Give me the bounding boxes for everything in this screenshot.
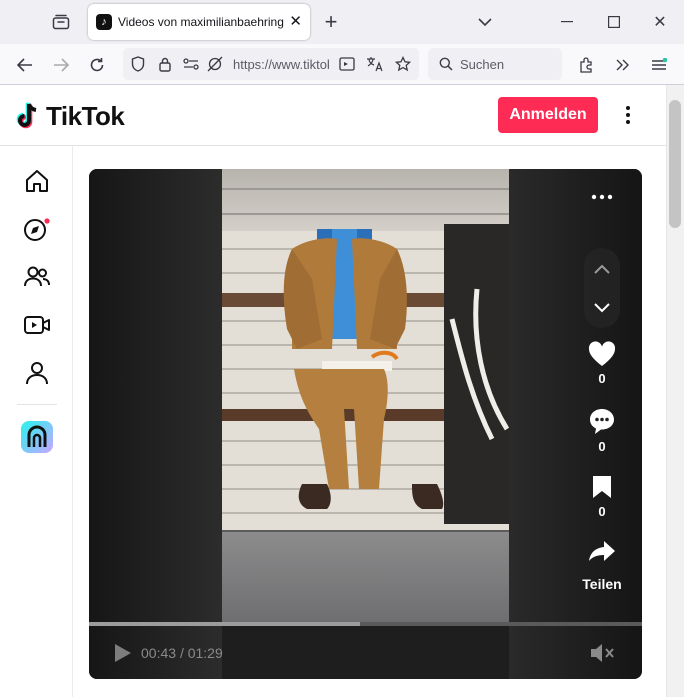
live-video-icon[interactable] (22, 310, 52, 340)
forward-arrow-icon[interactable] (49, 53, 73, 77)
comment-count: 0 (598, 439, 606, 454)
login-button[interactable]: Anmelden (498, 97, 598, 133)
video-more-horizontal-dots-icon[interactable] (589, 187, 615, 207)
camera-blocked-icon[interactable] (205, 55, 225, 73)
url-text[interactable]: https://www.tiktok.com (233, 57, 329, 72)
browser-tab-bar: ♪ Videos von maximilianbaehring ✕ + ✕ (0, 0, 684, 44)
tracking-protection-shield-icon[interactable] (129, 55, 147, 73)
tiktok-note-icon (16, 102, 37, 129)
logo-text: TikTok (46, 100, 125, 131)
app-menu-hamburger-icon[interactable] (647, 53, 671, 77)
muted-speaker-icon[interactable] (589, 642, 615, 664)
following-users-icon[interactable] (22, 262, 52, 292)
previous-video-chevron-up-icon[interactable] (592, 262, 612, 276)
url-bar[interactable]: https://www.tiktok.com (123, 48, 419, 80)
bookmark-star-icon[interactable] (393, 55, 413, 73)
browser-nav-bar: https://www.tiktok.com Suchen (0, 44, 684, 85)
search-bar[interactable]: Suchen (428, 48, 562, 80)
video-blur-left (89, 169, 222, 679)
total-time: 01:29 (187, 645, 223, 661)
back-arrow-icon[interactable] (13, 53, 37, 77)
minimize-window-icon[interactable] (556, 11, 578, 33)
tab-overview-icon[interactable] (50, 11, 72, 33)
video-blur-right (509, 169, 642, 679)
share-arrow-icon[interactable] (588, 539, 616, 563)
video-frame[interactable] (222, 169, 509, 623)
share-label: Teilen (582, 576, 622, 592)
reload-icon[interactable] (85, 53, 109, 77)
home-icon[interactable] (22, 166, 52, 196)
tiktok-header: TikTok Anmelden (0, 85, 666, 146)
bookmark-icon[interactable] (591, 474, 613, 500)
translate-icon[interactable] (365, 55, 385, 73)
browser-tab-active[interactable]: ♪ Videos von maximilianbaehring ✕ (88, 4, 310, 40)
video-still-image (222, 169, 509, 623)
search-placeholder: Suchen (460, 57, 505, 72)
like-count: 0 (598, 371, 606, 386)
tiktok-favicon-icon: ♪ (96, 14, 112, 30)
lock-icon[interactable] (156, 55, 174, 73)
save-count: 0 (598, 504, 606, 519)
explore-compass-icon[interactable] (22, 214, 52, 244)
video-timecode: 00:43 / 01:29 (141, 645, 223, 661)
comment-bubble-icon[interactable] (588, 407, 616, 435)
overflow-chevrons-icon[interactable] (611, 53, 635, 77)
share-action[interactable] (584, 539, 620, 563)
new-tab-icon[interactable]: + (320, 9, 342, 34)
maximize-window-icon[interactable] (603, 11, 625, 33)
comment-action[interactable]: 0 (584, 407, 620, 454)
permissions-icon[interactable] (181, 55, 201, 73)
time-separator: / (179, 645, 188, 661)
video-progress-bar[interactable] (89, 622, 642, 626)
current-time: 00:43 (141, 645, 177, 661)
next-video-chevron-down-icon[interactable] (592, 301, 612, 315)
more-options-vertical-dots-icon[interactable] (616, 103, 640, 127)
play-icon[interactable] (111, 642, 135, 664)
tab-title: Videos von maximilianbaehring (118, 15, 284, 29)
heart-icon[interactable] (588, 341, 616, 367)
tab-list-chevron-down-icon[interactable] (474, 11, 496, 33)
search-icon (438, 56, 454, 72)
tiktok-studio-app-icon[interactable] (21, 421, 53, 453)
tiktok-logo[interactable]: TikTok (16, 99, 125, 133)
like-action[interactable]: 0 (584, 341, 620, 386)
close-tab-icon[interactable]: ✕ (289, 12, 302, 30)
extensions-puzzle-icon[interactable] (575, 53, 599, 77)
close-window-icon[interactable]: ✕ (649, 11, 671, 33)
video-progress-fill (89, 622, 360, 626)
page-scrollbar-thumb[interactable] (669, 100, 681, 228)
video-player[interactable]: 0 0 0 Teilen 00:43 / 01:29 (89, 169, 642, 679)
tiktok-sidebar (0, 146, 73, 697)
video-nav-pill (584, 248, 620, 328)
reader-view-icon[interactable] (337, 55, 357, 73)
save-action[interactable]: 0 (584, 474, 620, 519)
sidebar-divider (17, 404, 57, 405)
profile-icon[interactable] (22, 358, 52, 388)
